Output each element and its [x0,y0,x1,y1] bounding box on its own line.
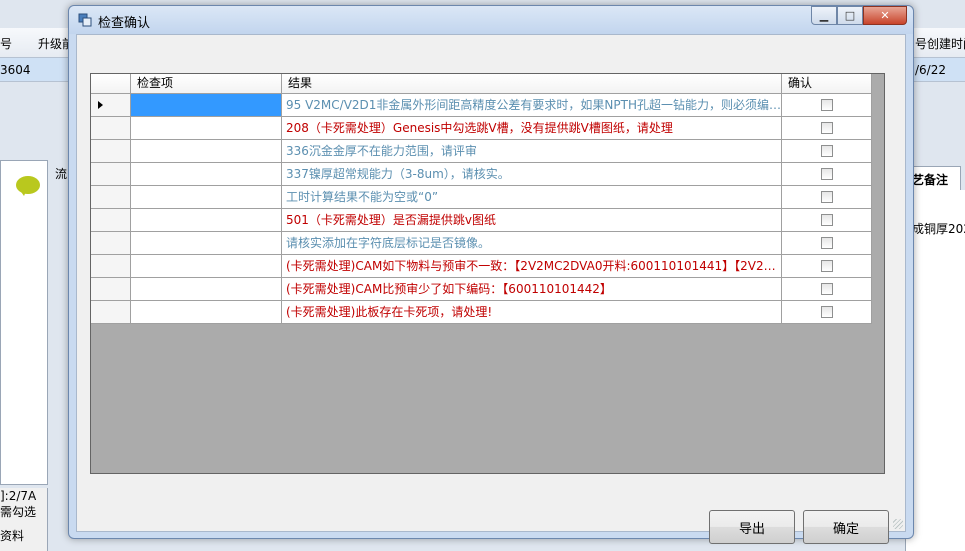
bg-left-tab: 流 [55,167,68,181]
check-item-cell[interactable] [131,140,282,163]
table-row[interactable]: 337镍厚超常规能力（3-8um），请核实。 [91,163,872,186]
bg-right-tab-label: 艺备注 [912,173,949,187]
maximize-button[interactable]: □ [837,6,863,25]
confirm-checkbox[interactable] [820,283,833,295]
bg-header-col-1: 号 [0,37,13,51]
dialog-title: 检查确认 [98,16,151,31]
confirm-cell [782,278,872,301]
row-header[interactable] [91,117,131,140]
current-row-arrow-icon [98,101,103,109]
confirm-checkbox[interactable] [820,99,833,111]
export-button[interactable]: 导出 [709,510,795,544]
maximize-icon: □ [844,9,856,22]
row-header[interactable] [91,163,131,186]
table-row[interactable]: (卡死需处理)CAM比预审少了如下编码：【600110101442】 [91,278,872,301]
check-confirm-dialog: 检查确认 ▁ □ ✕ 检查项 结果 确认 95 V2MC/V2D1非金属外形间距… [68,5,914,544]
bg-row-right: /6/22 [915,63,946,77]
row-header[interactable] [91,301,131,324]
result-cell[interactable]: 337镍厚超常规能力（3-8um），请核实。 [282,163,782,186]
resize-grip-icon[interactable] [893,519,903,529]
table-row[interactable]: 336沉金金厚不在能力范围，请评审 [91,140,872,163]
close-button[interactable]: ✕ [863,6,907,25]
check-item-cell[interactable] [131,278,282,301]
confirm-checkbox[interactable] [820,237,833,249]
confirm-cell [782,186,872,209]
result-cell[interactable]: (卡死需处理)此板存在卡死项，请处理! [282,301,782,324]
result-cell[interactable]: 501（卡死需处理）是否漏提供跳v图纸 [282,209,782,232]
table-row[interactable]: 95 V2MC/V2D1非金属外形间距高精度公差有要求时，如果NPTH孔超一钻能… [91,94,872,117]
confirm-checkbox[interactable] [820,191,833,203]
row-header-corner [91,74,131,94]
check-item-cell[interactable] [131,163,282,186]
confirm-checkbox[interactable] [820,168,833,180]
column-header-result[interactable]: 结果 [282,74,782,94]
bg-left-bottom-2: 需勾选 [0,505,37,519]
column-header-confirm[interactable]: 确认 [782,74,872,94]
check-results-grid[interactable]: 检查项 结果 确认 95 V2MC/V2D1非金属外形间距高精度公差有要求时，如… [90,73,885,474]
dialog-titlebar[interactable]: 检查确认 ▁ □ ✕ [69,6,913,34]
close-icon: ✕ [880,9,890,22]
row-header[interactable] [91,94,131,117]
background-right-panel: 成铜厚202 [905,190,965,551]
table-row[interactable]: 501（卡死需处理）是否漏提供跳v图纸 [91,209,872,232]
background-left-bottom: ]:2/7A 需勾选 资料 [0,488,48,551]
table-row[interactable]: (卡死需处理)此板存在卡死项，请处理! [91,301,872,324]
row-header[interactable] [91,255,131,278]
window-controls: ▁ □ ✕ [811,6,907,26]
row-header[interactable] [91,278,131,301]
grid-rows: 95 V2MC/V2D1非金属外形间距高精度公差有要求时，如果NPTH孔超一钻能… [91,94,872,324]
row-header[interactable] [91,186,131,209]
table-row[interactable]: 工时计算结果不能为空或“0” [91,186,872,209]
result-cell[interactable]: 请核实添加在字符底层标记是否镜像。 [282,232,782,255]
background-left-panel [0,160,48,485]
result-cell[interactable]: 208（卡死需处理）Genesis中勾选跳V槽，没有提供跳V槽图纸，请处理 [282,117,782,140]
row-header[interactable] [91,209,131,232]
result-cell[interactable]: 工时计算结果不能为空或“0” [282,186,782,209]
confirm-checkbox[interactable] [820,306,833,318]
confirm-cell [782,140,872,163]
confirm-cell [782,209,872,232]
window-icon [78,13,92,27]
confirm-checkbox[interactable] [820,145,833,157]
table-row[interactable]: 请核实添加在字符底层标记是否镜像。 [91,232,872,255]
minimize-icon: ▁ [819,9,829,22]
confirm-cell [782,94,872,117]
row-header[interactable] [91,232,131,255]
check-item-cell[interactable] [131,255,282,278]
result-cell[interactable]: 95 V2MC/V2D1非金属外形间距高精度公差有要求时，如果NPTH孔超一钻能… [282,94,782,117]
table-row[interactable]: (卡死需处理)CAM如下物料与预审不一致：【2V2MC2DVA0开料:60011… [91,255,872,278]
bg-row-left: 3604 [0,63,31,77]
ok-button[interactable]: 确定 [803,510,889,544]
minimize-button[interactable]: ▁ [811,6,837,25]
result-cell[interactable]: (卡死需处理)CAM如下物料与预审不一致：【2V2MC2DVA0开料:60011… [282,255,782,278]
confirm-cell [782,255,872,278]
check-item-cell[interactable] [131,301,282,324]
check-item-cell[interactable] [131,232,282,255]
confirm-cell [782,301,872,324]
confirm-checkbox[interactable] [820,260,833,272]
dialog-client-area: 检查项 结果 确认 95 V2MC/V2D1非金属外形间距高精度公差有要求时，如… [76,34,906,544]
confirm-cell [782,163,872,186]
confirm-cell [782,117,872,140]
bg-left-bottom-3: 资料 [0,529,25,543]
bg-header-col-right: 号创建时间 [915,37,965,51]
check-item-cell[interactable] [131,209,282,232]
result-cell[interactable]: (卡死需处理)CAM比预审少了如下编码：【600110101442】 [282,278,782,301]
comment-bubble-icon [16,176,40,196]
check-item-cell[interactable] [131,186,282,209]
grid-header: 检查项 结果 确认 [91,74,872,94]
confirm-cell [782,232,872,255]
result-cell[interactable]: 336沉金金厚不在能力范围，请评审 [282,140,782,163]
confirm-checkbox[interactable] [820,214,833,226]
check-item-cell[interactable] [131,94,282,117]
check-item-cell[interactable] [131,117,282,140]
bg-right-text: 成铜厚202 [912,222,965,236]
table-row[interactable]: 208（卡死需处理）Genesis中勾选跳V槽，没有提供跳V槽图纸，请处理 [91,117,872,140]
row-header[interactable] [91,140,131,163]
column-header-check-item[interactable]: 检查项 [131,74,282,94]
bg-left-bottom-1: ]:2/7A [0,489,37,503]
confirm-checkbox[interactable] [820,122,833,134]
